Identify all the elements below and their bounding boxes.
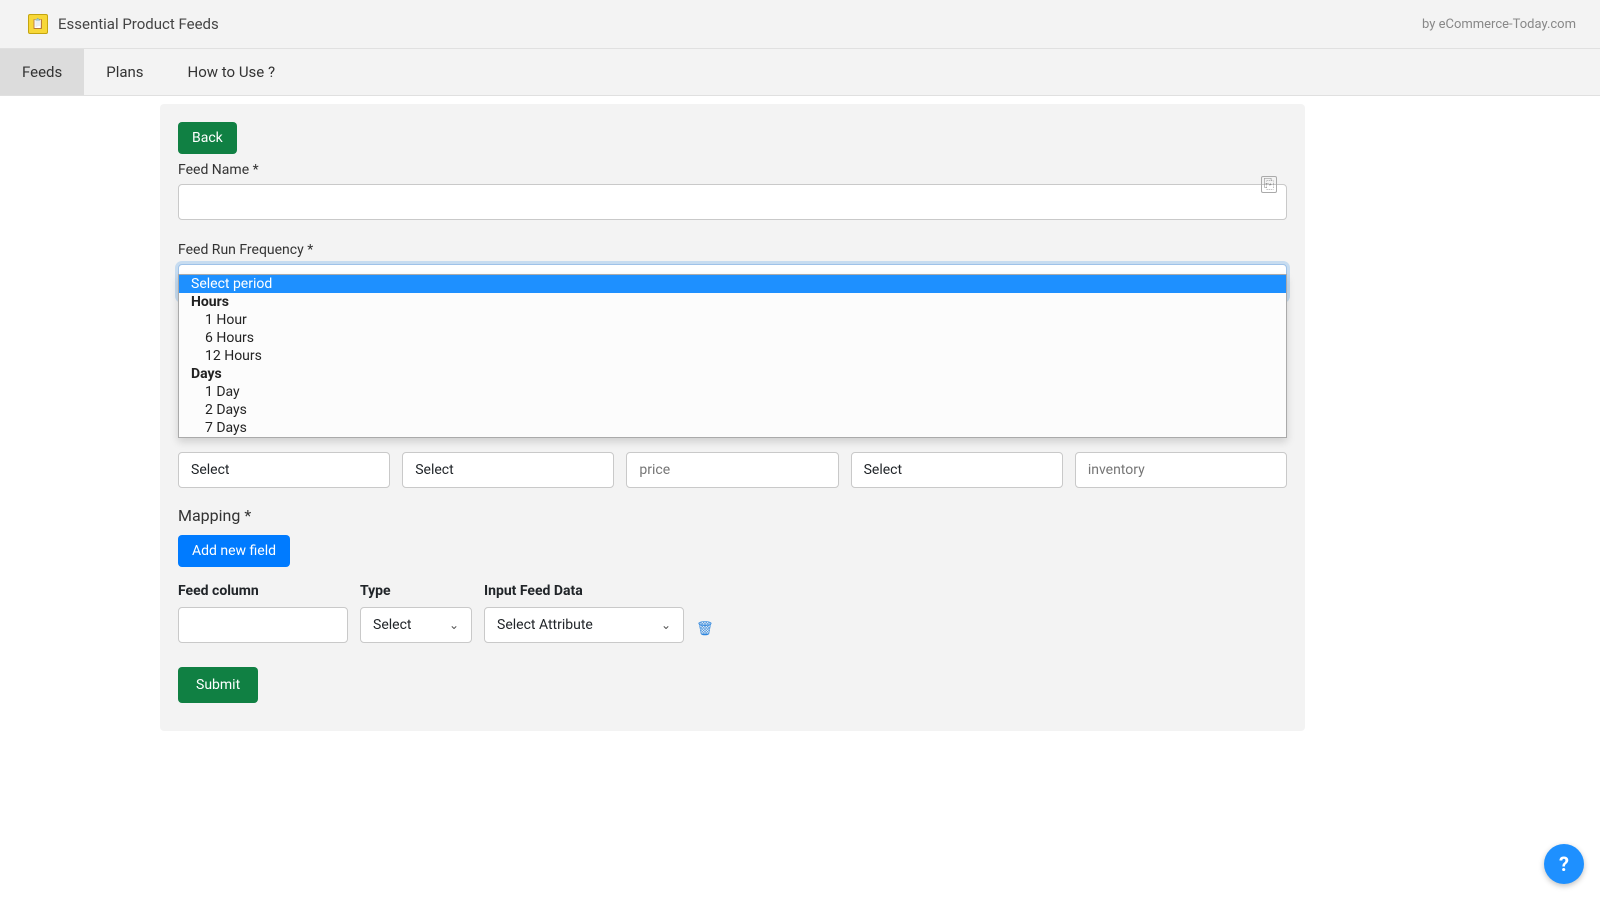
credit-text: by eCommerce-Today.com	[1422, 17, 1576, 32]
filter-select-2[interactable]: Select	[402, 452, 614, 488]
frequency-dropdown: Select period Hours 1 Hour 6 Hours 12 Ho…	[178, 274, 1287, 438]
tab-feeds[interactable]: Feeds	[0, 49, 84, 95]
app-info: 📋 Essential Product Feeds	[28, 14, 219, 34]
dropdown-option-1-hour[interactable]: 1 Hour	[179, 311, 1286, 329]
filter-select-3[interactable]: Select	[851, 452, 1063, 488]
inventory-input[interactable]	[1075, 452, 1287, 488]
help-fab[interactable]: ?	[1544, 844, 1584, 884]
th-type: Type	[360, 583, 472, 599]
mapping-label: Mapping *	[178, 506, 1287, 525]
dropdown-option-7-days[interactable]: 7 Days	[179, 419, 1286, 437]
feed-frequency-label: Feed Run Frequency *	[178, 242, 1287, 258]
add-new-field-button[interactable]: Add new field	[178, 535, 290, 567]
feed-column-input[interactable]	[178, 607, 348, 643]
th-feed-column: Feed column	[178, 583, 348, 599]
help-icon: ?	[1559, 852, 1569, 876]
filter-select-1[interactable]: Select	[178, 452, 390, 488]
dropdown-group-hours: Hours	[179, 293, 1286, 311]
dropdown-group-days: Days	[179, 365, 1286, 383]
back-button[interactable]: Back	[178, 122, 237, 154]
submit-button[interactable]: Submit	[178, 667, 258, 703]
type-select[interactable]: Select⌄	[360, 607, 472, 643]
price-input[interactable]	[626, 452, 838, 488]
chevron-down-icon: ⌄	[661, 618, 671, 632]
feed-name-input[interactable]	[178, 184, 1287, 220]
dropdown-option-placeholder[interactable]: Select period	[179, 275, 1286, 293]
tab-how-to-use[interactable]: How to Use ?	[166, 49, 298, 95]
trash-icon: 🗑	[696, 621, 714, 637]
topbar: 📋 Essential Product Feeds by eCommerce-T…	[0, 0, 1600, 49]
tab-plans[interactable]: Plans	[84, 49, 165, 95]
app-icon: 📋	[28, 14, 48, 34]
app-title: Essential Product Feeds	[58, 15, 219, 33]
attribute-select[interactable]: Select Attribute⌄	[484, 607, 684, 643]
feed-name-label: Feed Name *	[178, 162, 1287, 178]
input-autofill-icon[interactable]: ⎘	[1261, 176, 1277, 193]
dropdown-option-12-hours[interactable]: 12 Hours	[179, 347, 1286, 365]
chevron-down-icon: ⌄	[449, 618, 459, 632]
delete-row-button[interactable]: 🗑	[696, 613, 714, 637]
th-input-feed-data: Input Feed Data	[484, 583, 684, 599]
dropdown-option-1-day[interactable]: 1 Day	[179, 383, 1286, 401]
dropdown-option-2-days[interactable]: 2 Days	[179, 401, 1286, 419]
tab-bar: Feeds Plans How to Use ?	[0, 49, 1600, 96]
dropdown-option-6-hours[interactable]: 6 Hours	[179, 329, 1286, 347]
feed-form-card: Back Feed Name * ⎘ Feed Run Frequency * …	[160, 104, 1305, 731]
